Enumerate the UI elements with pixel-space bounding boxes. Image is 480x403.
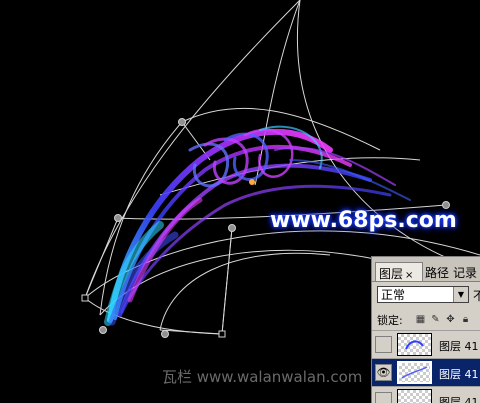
lock-icons: ▦ ✎ ✥ 🔒︎: [415, 314, 471, 325]
tab-paths-label: 路径: [425, 266, 450, 280]
layer-row[interactable]: 图层 41: [372, 386, 480, 403]
bezier-handle: [161, 330, 169, 338]
close-icon[interactable]: ×: [405, 270, 413, 281]
bezier-handle: [114, 214, 122, 222]
bezier-handle: [228, 224, 236, 232]
chevron-down-icon[interactable]: ▼: [453, 287, 468, 302]
layer-row[interactable]: 图层 41: [372, 330, 480, 358]
blend-mode-value: 正常: [381, 288, 406, 302]
visibility-toggle[interactable]: [375, 336, 392, 353]
layer-thumbnail: [397, 333, 432, 356]
tab-layers-label: 图层: [379, 267, 404, 281]
bezier-handle: [99, 326, 107, 334]
visibility-toggle[interactable]: [375, 392, 392, 403]
blend-mode-select[interactable]: 正常 ▼: [377, 286, 469, 303]
tab-paths[interactable]: 路径: [422, 262, 452, 281]
eye-icon[interactable]: 👁︎: [375, 364, 392, 381]
panel-tabs: 图层 × 路径 记录: [372, 257, 480, 282]
corner-anchor: [218, 330, 226, 338]
layers-panel: 图层× 路径 记录 正常 ▼ 不 锁定: ▦ ✎ ✥ 🔒︎ 图层 41 👁︎: [371, 256, 480, 403]
move-lock-icon[interactable]: ✥: [445, 314, 456, 325]
site-watermark: www.68ps.com: [270, 208, 457, 233]
layer-name: 图层 41: [439, 368, 479, 381]
lock-label: 锁定:: [377, 314, 403, 327]
brush-lock-icon[interactable]: ✎: [430, 314, 441, 325]
layer-row[interactable]: 👁︎ 图层 41: [372, 358, 480, 386]
tab-layers[interactable]: 图层 ×: [375, 262, 423, 281]
padlock-icon[interactable]: 🔒︎: [460, 314, 471, 325]
layer-thumbnail: [397, 361, 432, 384]
layer-thumbnail: [397, 389, 432, 403]
lock-row: 锁定: ▦ ✎ ✥ 🔒︎: [377, 312, 468, 328]
layer-name: 图层 41: [439, 340, 479, 353]
bezier-handle: [178, 118, 186, 126]
layer-name: 图层 41: [439, 396, 479, 403]
transparent-lock-icon[interactable]: ▦: [415, 314, 426, 325]
bottom-watermark: 瓦栏 www.walanwalan.com: [162, 368, 363, 386]
tab-history[interactable]: 记录: [450, 262, 480, 281]
corner-anchor: [81, 294, 89, 302]
opacity-label: 不: [473, 287, 480, 304]
tab-history-label: 记录: [453, 266, 478, 280]
